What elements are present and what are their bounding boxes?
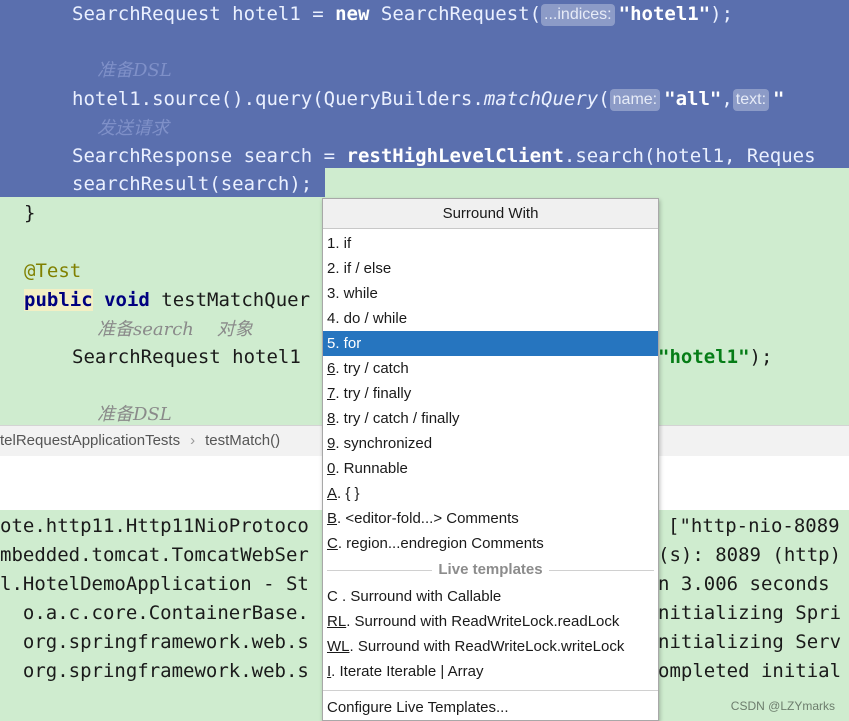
configure-live-templates-link[interactable]: Configure Live Templates... (323, 695, 658, 720)
console-line: o.a.c.core.ContainerBase. (0, 602, 309, 624)
surround-item-synchronized[interactable]: 9. synchronized (323, 431, 658, 456)
surround-item-try-catch[interactable]: 6. try / catch (323, 356, 658, 381)
live-item-iterate[interactable]: I. Iterate Iterable | Array (323, 659, 658, 684)
param-hint-text: text: (732, 89, 770, 111)
console-line-tail: ompleted initial (658, 660, 842, 682)
console-line-tail: n 3.006 seconds (658, 573, 830, 595)
comment-line: 准备DSL (97, 60, 172, 81)
console-line: ote.http11.Http11NioProtoco (0, 515, 309, 537)
surround-item-try-finally[interactable]: 7. try / finally (323, 381, 658, 406)
surround-item-while[interactable]: 3. while (323, 281, 658, 306)
comment-line: 准备search 对象 (97, 319, 253, 340)
live-item-readlock[interactable]: RL. Surround with ReadWriteLock.readLock (323, 609, 658, 634)
console-line-tail: (s): 8089 (http) (658, 544, 842, 566)
console-line-tail: nitializing Spri (658, 602, 842, 624)
param-hint-name: name: (609, 89, 661, 111)
console-line: mbedded.tomcat.TomcatWebSer (0, 544, 309, 566)
param-hint: ...indices: (541, 4, 615, 26)
surround-item-runnable[interactable]: 0. Runnable (323, 456, 658, 481)
surround-item-do-while[interactable]: 4. do / while (323, 306, 658, 331)
breadcrumb-separator: › (190, 432, 196, 449)
method-declaration: public void testMatchQuer (24, 289, 311, 311)
surround-item-try-catch-finally[interactable]: 8. try / catch / finally (323, 406, 658, 431)
console-line: l.HotelDemoApplication - St (0, 573, 309, 595)
breadcrumb-method[interactable]: testMatch() (205, 426, 280, 456)
console-line-tail: ["http-nio-8089 (668, 515, 840, 537)
code-line-result: searchResult(search); (72, 173, 313, 195)
surround-with-popup[interactable]: Surround With 1. if 2. if / else 3. whil… (322, 198, 659, 721)
console-line: org.springframework.web.s (0, 631, 309, 653)
code-line-brace: } (24, 202, 36, 224)
comment-line: 准备DSL (97, 404, 172, 425)
surround-item-braces[interactable]: A. { } (323, 481, 658, 506)
breadcrumb-class[interactable]: telRequestApplicationTests (0, 426, 180, 456)
code-line-search: SearchResponse search = restHighLevelCli… (72, 145, 816, 167)
surround-item-for[interactable]: 5. for (323, 331, 658, 356)
comment-line: 发送请求 (97, 118, 169, 139)
console-line-tail: nitializing Serv (658, 631, 842, 653)
code-line-request-tail: "hotel1"); (658, 346, 773, 368)
code-line-query: hotel1.source().query(QueryBuilders.matc… (72, 88, 785, 111)
live-item-callable[interactable]: C . Surround with Callable (323, 584, 658, 609)
annotation-line: @Test (24, 260, 82, 282)
surround-item-editor-fold[interactable]: B. <editor-fold...> Comments (323, 506, 658, 531)
surround-item-if[interactable]: 1. if (323, 231, 658, 256)
live-templates-header: Live templates (323, 556, 658, 584)
watermark: CSDN @LZYmarks (730, 699, 835, 713)
console-line: org.springframework.web.s (0, 660, 309, 682)
code-line-request: SearchRequest hotel1 (72, 346, 301, 368)
popup-divider (323, 690, 658, 691)
surround-item-if-else[interactable]: 2. if / else (323, 256, 658, 281)
live-item-writelock[interactable]: WL. Surround with ReadWriteLock.writeLoc… (323, 634, 658, 659)
code-line-1: SearchRequest hotel1 = new SearchRequest… (72, 3, 734, 26)
surround-item-region[interactable]: C. region...endregion Comments (323, 531, 658, 556)
popup-title: Surround With (323, 199, 658, 229)
